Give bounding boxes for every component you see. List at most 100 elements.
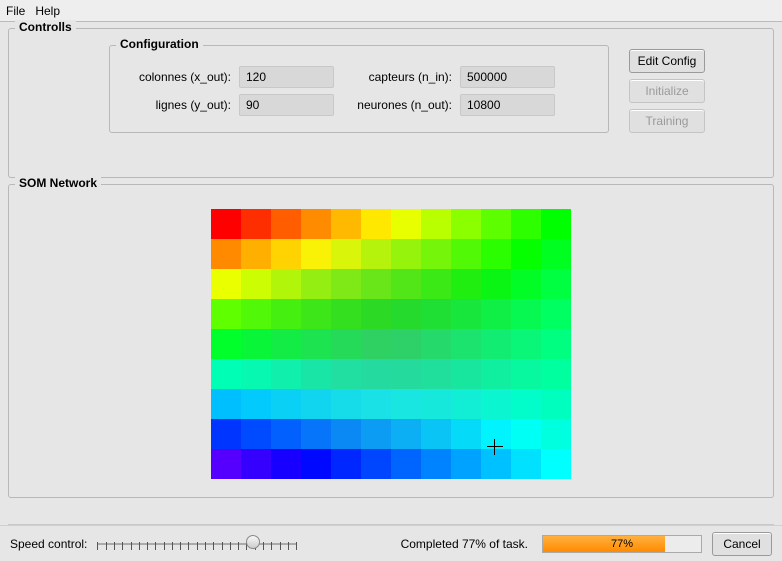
neurones-input[interactable]: 10800: [460, 94, 555, 116]
som-cell: [451, 419, 481, 449]
som-cell: [451, 299, 481, 329]
som-cell: [481, 269, 511, 299]
som-cell: [361, 389, 391, 419]
som-cell: [391, 239, 421, 269]
som-cell: [241, 419, 271, 449]
som-cell: [271, 449, 301, 479]
som-title: SOM Network: [15, 176, 101, 190]
lignes-label: lignes (y_out):: [126, 98, 231, 112]
som-cell: [481, 449, 511, 479]
som-cell: [391, 269, 421, 299]
som-cell: [241, 209, 271, 239]
som-cell: [211, 269, 241, 299]
som-cell: [511, 389, 541, 419]
som-cell: [331, 299, 361, 329]
capteurs-input[interactable]: 500000: [460, 66, 555, 88]
som-cell: [331, 209, 361, 239]
som-cell: [541, 329, 571, 359]
lignes-input[interactable]: 90: [239, 94, 334, 116]
som-cell: [241, 389, 271, 419]
som-cell: [391, 389, 421, 419]
progress-text: 77%: [543, 536, 701, 552]
som-cell: [481, 299, 511, 329]
edit-config-button[interactable]: Edit Config: [629, 49, 705, 73]
som-cell: [421, 239, 451, 269]
som-cell: [421, 299, 451, 329]
som-cell: [511, 269, 541, 299]
som-cell: [301, 329, 331, 359]
som-cell: [541, 239, 571, 269]
som-cell: [331, 269, 361, 299]
som-cell: [271, 389, 301, 419]
som-cell: [301, 419, 331, 449]
som-cell: [421, 419, 451, 449]
som-cell: [451, 239, 481, 269]
som-cell: [241, 239, 271, 269]
som-color-map[interactable]: [211, 209, 571, 479]
menu-help[interactable]: Help: [35, 4, 60, 18]
footer: Speed control: Completed 77% of task. 77…: [0, 525, 782, 561]
som-cell: [421, 359, 451, 389]
som-cell: [421, 449, 451, 479]
colonnes-input[interactable]: 120: [239, 66, 334, 88]
controls-title: Controlls: [15, 20, 76, 34]
som-cell: [271, 239, 301, 269]
som-cell: [541, 269, 571, 299]
som-cell: [361, 299, 391, 329]
som-cell: [391, 209, 421, 239]
som-cell: [421, 209, 451, 239]
som-cell: [451, 209, 481, 239]
som-cell: [301, 239, 331, 269]
som-cell: [301, 389, 331, 419]
som-cell: [451, 449, 481, 479]
som-cell: [541, 449, 571, 479]
som-cell: [211, 359, 241, 389]
som-cell: [361, 449, 391, 479]
som-cell: [301, 299, 331, 329]
som-cell: [451, 329, 481, 359]
som-cell: [271, 269, 301, 299]
som-cell: [511, 239, 541, 269]
som-cell: [391, 299, 421, 329]
som-cell: [211, 419, 241, 449]
som-cell: [271, 419, 301, 449]
configuration-panel: Configuration colonnes (x_out): 120 capt…: [109, 45, 609, 133]
som-cell: [241, 269, 271, 299]
progress-bar: 77%: [542, 535, 702, 553]
som-cell: [451, 269, 481, 299]
som-cell: [361, 359, 391, 389]
som-cell: [301, 269, 331, 299]
som-cell: [361, 209, 391, 239]
config-title: Configuration: [116, 37, 203, 51]
som-cell: [271, 359, 301, 389]
som-cell: [331, 239, 361, 269]
som-cell: [511, 299, 541, 329]
som-cell: [361, 269, 391, 299]
som-cell: [361, 239, 391, 269]
som-cell: [361, 329, 391, 359]
som-cell: [331, 359, 361, 389]
som-cell: [241, 299, 271, 329]
som-cell: [511, 419, 541, 449]
speed-slider-thumb[interactable]: [246, 535, 260, 549]
som-cell: [421, 389, 451, 419]
som-cell: [511, 359, 541, 389]
som-cell: [391, 419, 421, 449]
som-cell: [331, 419, 361, 449]
menu-file[interactable]: File: [6, 4, 25, 18]
som-cell: [511, 329, 541, 359]
som-cell: [271, 299, 301, 329]
som-cell: [211, 239, 241, 269]
completed-label: Completed 77% of task.: [401, 537, 528, 551]
som-cell: [481, 359, 511, 389]
som-cell: [331, 389, 361, 419]
som-cell: [391, 359, 421, 389]
cancel-button[interactable]: Cancel: [712, 532, 772, 556]
som-cell: [301, 449, 331, 479]
initialize-button: Initialize: [629, 79, 705, 103]
som-cell: [241, 329, 271, 359]
speed-control-label: Speed control:: [10, 537, 87, 551]
speed-slider[interactable]: [97, 532, 297, 556]
colonnes-label: colonnes (x_out):: [126, 70, 231, 84]
som-cell: [481, 239, 511, 269]
